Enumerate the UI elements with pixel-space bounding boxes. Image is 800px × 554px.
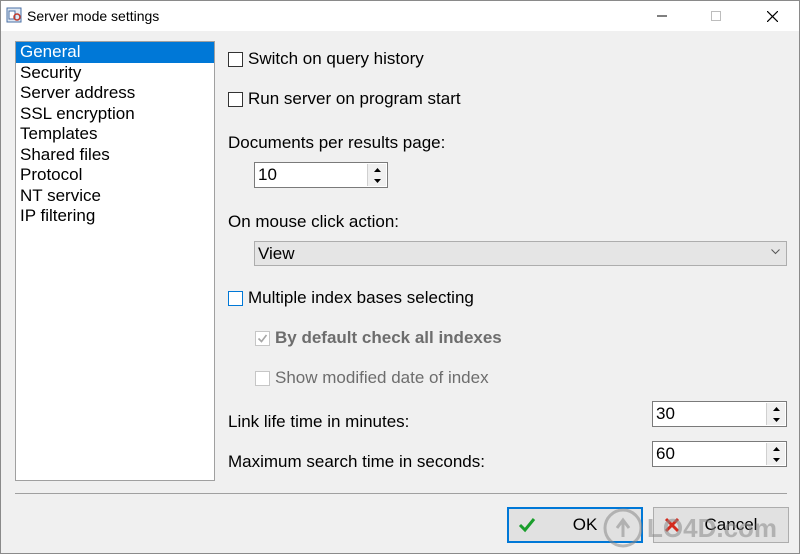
title-bar[interactable]: Server mode settings [1, 1, 799, 31]
check-all-indexes-label[interactable]: By default check all indexes [275, 328, 502, 348]
max-search-label: Maximum search time in seconds: [228, 452, 485, 471]
check-all-indexes-checkbox[interactable] [255, 331, 270, 346]
app-icon [6, 7, 22, 23]
link-life-input[interactable] [653, 402, 769, 426]
tree-item-shared-files[interactable]: Shared files [16, 145, 214, 166]
arrow-up-icon [772, 406, 780, 411]
tree-item-server-address[interactable]: Server address [16, 83, 214, 104]
show-modified-date-label[interactable]: Show modified date of index [275, 368, 489, 388]
arrow-up-icon [373, 167, 381, 172]
window-title: Server mode settings [27, 8, 160, 24]
max-search-spinner[interactable] [652, 441, 787, 467]
max-search-spin-buttons [766, 443, 785, 465]
tree-item-general[interactable]: General [16, 42, 214, 63]
show-modified-date-checkbox[interactable] [255, 371, 270, 386]
docs-per-page-spinner[interactable] [254, 162, 388, 188]
tree-item-ssl-encryption[interactable]: SSL encryption [16, 104, 214, 125]
lo4d-watermark: LO4D.com [601, 501, 799, 553]
tree-item-ip-filtering[interactable]: IP filtering [16, 206, 214, 227]
docs-per-page-label: Documents per results page: [228, 133, 446, 152]
link-life-label: Link life time in minutes: [228, 412, 410, 431]
minimize-icon [657, 15, 667, 17]
run-on-start-checkbox[interactable] [228, 92, 243, 107]
docs-per-page-spin-buttons [367, 164, 386, 186]
arrow-down-icon [772, 417, 780, 422]
query-history-label[interactable]: Switch on query history [248, 49, 424, 69]
query-history-checkbox[interactable] [228, 52, 243, 67]
mouse-click-action-value: View [258, 244, 295, 263]
tree-item-nt-service[interactable]: NT service [16, 186, 214, 207]
button-separator [15, 493, 787, 494]
link-life-spinner[interactable] [652, 401, 787, 427]
tree-item-security[interactable]: Security [16, 63, 214, 84]
server-mode-settings-window: Server mode settings General Security Se… [0, 0, 800, 554]
docs-per-page-down-button[interactable] [368, 175, 386, 186]
docs-per-page-input[interactable] [255, 163, 369, 187]
close-icon [766, 10, 778, 22]
close-button[interactable] [749, 1, 795, 31]
run-on-start-label[interactable]: Run server on program start [248, 89, 461, 109]
multiple-index-checkbox[interactable] [228, 291, 243, 306]
mouse-click-action-select[interactable]: View [254, 241, 787, 266]
link-life-spin-buttons [766, 403, 785, 425]
max-search-down-button[interactable] [767, 454, 785, 465]
tree-item-templates[interactable]: Templates [16, 124, 214, 145]
multiple-index-label[interactable]: Multiple index bases selecting [248, 288, 474, 308]
max-search-input[interactable] [653, 442, 769, 466]
arrow-down-icon [772, 457, 780, 462]
link-life-down-button[interactable] [767, 414, 785, 425]
arrow-up-icon [772, 446, 780, 451]
tree-item-protocol[interactable]: Protocol [16, 165, 214, 186]
watermark-text: LO4D.com [647, 513, 777, 543]
checkmark-icon [257, 334, 268, 343]
chevron-down-icon [771, 249, 780, 255]
maximize-icon [711, 11, 721, 21]
arrow-down-icon [373, 178, 381, 183]
mouse-click-label: On mouse click action: [228, 212, 400, 231]
maximize-button[interactable] [693, 1, 739, 31]
minimize-button[interactable] [639, 1, 685, 31]
settings-category-tree[interactable]: General Security Server address SSL encr… [15, 41, 215, 481]
